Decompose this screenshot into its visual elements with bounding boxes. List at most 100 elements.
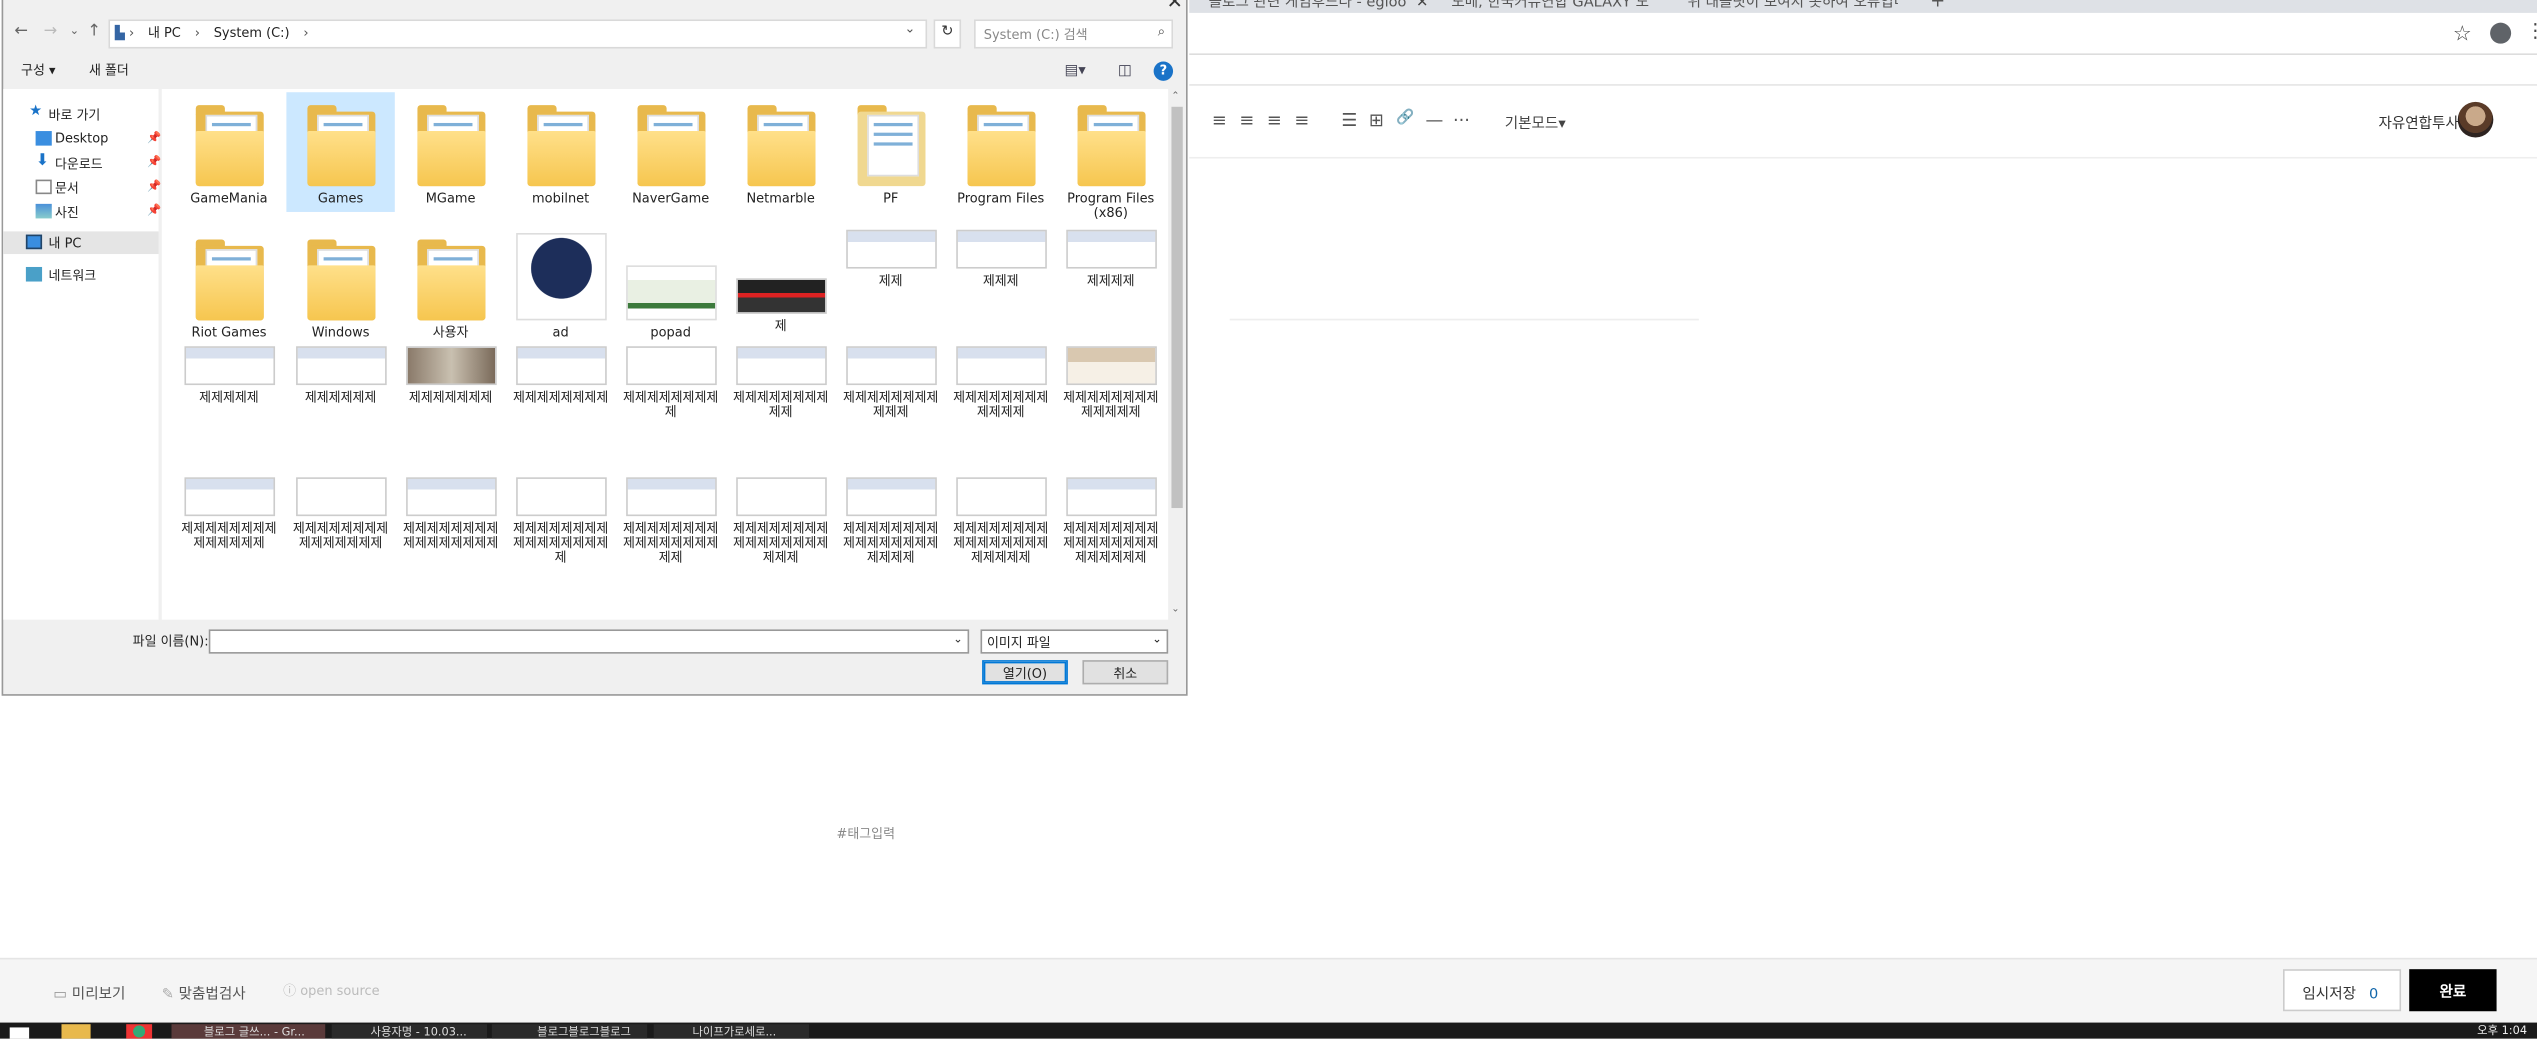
close-icon[interactable]: ✕ — [1167, 0, 1183, 13]
align-justify-icon[interactable]: ≡ — [1294, 110, 1309, 131]
refresh-icon[interactable]: ↻ — [933, 19, 962, 49]
folder-item[interactable]: Games — [286, 92, 395, 212]
divider-icon[interactable]: — — [1425, 110, 1443, 131]
sidebar-item-desktop[interactable]: Desktop 📌 — [3, 128, 161, 151]
star-icon[interactable]: ☆ — [2453, 23, 2472, 47]
folder-item[interactable]: MGame — [396, 92, 504, 212]
new-tab-button[interactable]: + — [1930, 0, 1946, 10]
done-button[interactable]: 완료 — [2409, 969, 2497, 1012]
file-item[interactable]: 제제제제제제제제제제제제제제제제제 — [506, 474, 614, 610]
chrome-icon[interactable] — [126, 1024, 153, 1039]
view-options-icon[interactable]: ▤▾ — [1065, 63, 1086, 79]
breadcrumb-item[interactable]: 내 PC — [148, 26, 181, 41]
folder-item[interactable]: 사용자 — [396, 227, 504, 343]
tab-close-icon[interactable]: ✕ — [1416, 0, 1428, 10]
file-item[interactable]: 제제제제제 — [175, 343, 283, 469]
preview-button[interactable]: ▭ 미리보기 — [53, 982, 125, 1003]
taskbar-app[interactable]: 사용자명 - 10.03... — [331, 1024, 488, 1039]
spellcheck-button[interactable]: ✎ 맞춤법검사 — [162, 982, 246, 1003]
sidebar-item-documents[interactable]: 문서 📌 — [3, 176, 161, 199]
file-item[interactable]: 제제제제제제제제제제제제제제제제제제제제 — [837, 474, 945, 610]
preview-pane-icon[interactable]: ◫ — [1118, 63, 1132, 79]
file-item[interactable]: 제제제제제제제제제제제 — [837, 343, 945, 469]
align-left-icon[interactable]: ≡ — [1212, 110, 1227, 131]
browser-tab[interactable]: 도메, 한국커뮤연합 GALAXY 도✕ — [1451, 0, 1658, 10]
folder-item[interactable]: mobilnet — [506, 92, 614, 212]
link-icon[interactable]: 🔗 — [1396, 110, 1414, 126]
open-button[interactable]: 열기(O) — [982, 660, 1068, 685]
new-folder-button[interactable]: 새 폴더 — [89, 61, 129, 79]
explorer-icon[interactable] — [61, 1024, 91, 1039]
avatar[interactable] — [2457, 101, 2494, 138]
account-icon[interactable] — [2490, 22, 2512, 44]
forward-arrow-icon[interactable]: → — [44, 23, 58, 41]
file-item[interactable]: 제제제제제제제제제제 — [726, 343, 834, 469]
file-item[interactable]: 제제제제제제제제제제제제제제제제 — [396, 474, 504, 610]
temp-save-button[interactable]: 임시저장 0 — [2282, 969, 2402, 1012]
organize-menu[interactable]: 구성 ▾ — [21, 61, 55, 79]
tag-input[interactable]: #태그입력 — [837, 825, 896, 843]
mode-dropdown[interactable]: 기본모드▾ — [1505, 112, 1566, 132]
browser-tab[interactable]: 블로그 관련 게임후드다 - egloo ✕ — [1209, 0, 1436, 10]
file-item[interactable]: 제제제제 — [1057, 227, 1165, 343]
sidebar-item-downloads[interactable]: ⬇ 다운로드 📌 — [3, 152, 162, 175]
file-item[interactable]: 제제제제제제제제제제제제 — [947, 343, 1055, 469]
list-icon[interactable]: ☰ — [1341, 110, 1357, 131]
file-item[interactable]: 제제제제제제제제제제제제제제제제제제제제제 — [947, 474, 1055, 610]
sidebar-item-quick-access[interactable]: ★ 바로 가기 — [3, 104, 158, 127]
file-item[interactable]: 제제제제제제제제제제제제제 — [1057, 343, 1165, 469]
folder-item[interactable]: NaverGame — [616, 92, 724, 212]
chevron-down-icon[interactable]: ⌄ — [953, 633, 963, 646]
align-right-icon[interactable]: ≡ — [1267, 110, 1282, 131]
folder-item[interactable]: Program Files (x86) — [1057, 92, 1165, 220]
taskbar-app[interactable]: 나이프가로세로... — [653, 1024, 809, 1039]
filetype-select[interactable]: 이미지 파일 ⌄ — [980, 629, 1169, 654]
taskbar-app[interactable]: 블로그 글쓰... - Gr... — [171, 1024, 326, 1039]
start-icon[interactable] — [9, 1027, 30, 1039]
file-item[interactable]: 제제제제제제 — [286, 343, 394, 469]
opensource-link[interactable]: ⓘ open source — [283, 982, 379, 1000]
sidebar-item-network[interactable]: 네트워크 — [3, 264, 158, 287]
file-item[interactable]: 제제제제제제제제제제제제제제제제제제제제제제 — [1057, 474, 1165, 610]
file-item[interactable]: 제제제제제제제제제제제제제제제 — [286, 474, 394, 610]
scrollbar-thumb[interactable] — [1171, 106, 1183, 509]
file-item[interactable]: 제 — [726, 227, 834, 343]
breadcrumb-item[interactable]: System (C:) — [214, 26, 290, 41]
recent-dropdown-icon[interactable]: ⌄ — [70, 24, 80, 37]
cancel-button[interactable]: 취소 — [1082, 660, 1169, 685]
breadcrumb[interactable]: ▙ › 내 PC › System (C:) › — [108, 19, 928, 49]
scroll-down-icon[interactable]: ⌄ — [1171, 604, 1179, 615]
folder-item[interactable]: PF — [837, 92, 945, 212]
file-item[interactable]: 제제제제제제제제 — [506, 343, 614, 469]
search-input[interactable]: System (C:) 검색 ⌕ — [974, 19, 1174, 49]
browser-tab[interactable]: 위 태블릿이 보여지 못하여 오류입니다...✕ — [1688, 0, 1898, 10]
file-item[interactable]: 제제제제제제제제제제제제제제제제제제 — [616, 474, 724, 610]
file-item[interactable]: 제제 — [837, 227, 945, 343]
file-item[interactable]: ad — [506, 227, 614, 343]
file-item[interactable]: popad — [616, 227, 724, 343]
sidebar-item-pictures[interactable]: 사진 📌 — [3, 201, 161, 224]
align-center-icon[interactable]: ≡ — [1239, 110, 1254, 131]
file-item[interactable]: 제제제제제제제제제제제제제제 — [175, 474, 283, 610]
up-arrow-icon[interactable]: ↑ — [87, 23, 101, 41]
file-item[interactable]: 제제제제제제제 — [396, 343, 504, 469]
sidebar-item-this-pc[interactable]: 내 PC — [3, 231, 159, 255]
more-icon[interactable]: ··· — [1453, 110, 1470, 131]
chevron-down-icon[interactable]: ⌄ — [904, 21, 915, 36]
folder-item[interactable]: Netmarble — [726, 92, 834, 212]
folder-item[interactable]: Riot Games — [175, 227, 283, 343]
folder-item[interactable]: Windows — [286, 227, 394, 343]
help-icon[interactable]: ? — [1153, 61, 1174, 81]
file-item[interactable]: 제제제제제제제제제제제제제제제제제제제 — [726, 474, 834, 610]
file-item[interactable]: 제제제 — [947, 227, 1055, 343]
file-item[interactable]: 제제제제제제제제제 — [616, 343, 724, 469]
table-icon[interactable]: ⊞ — [1369, 110, 1384, 131]
scroll-up-icon[interactable]: ⌃ — [1171, 91, 1179, 102]
filename-input[interactable]: ⌄ — [208, 629, 970, 654]
folder-item[interactable]: GameMania — [175, 92, 283, 212]
address-bar[interactable] — [1189, 12, 2537, 56]
back-arrow-icon[interactable]: ← — [15, 23, 29, 41]
folder-item[interactable]: Program Files — [947, 92, 1055, 212]
menu-icon[interactable]: ⋮ — [2526, 19, 2537, 42]
taskbar-app[interactable]: 블로그블로그블로그 — [491, 1024, 648, 1039]
